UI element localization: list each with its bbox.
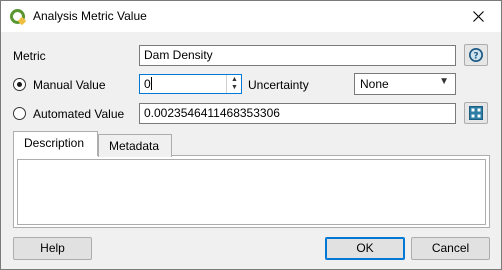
tab-metadata[interactable]: Metadata <box>98 134 172 157</box>
automated-calc-button[interactable] <box>464 102 488 124</box>
window-title: Analysis Metric Value <box>33 9 147 23</box>
automated-value-field[interactable]: 0.0023546411468353306 <box>139 103 456 124</box>
help-button[interactable]: Help <box>13 237 92 260</box>
automated-value-label: Automated Value <box>33 107 125 121</box>
manual-value-label: Manual Value <box>33 78 106 92</box>
tab-description-label: Description <box>24 136 85 150</box>
uncertainty-value: None <box>360 77 389 91</box>
uncertainty-combo[interactable]: None ▼ <box>354 73 456 95</box>
description-textarea[interactable] <box>17 159 486 225</box>
close-icon <box>473 11 484 22</box>
automated-value-radio[interactable] <box>13 107 26 120</box>
uncertainty-label: Uncertainty <box>248 78 309 92</box>
calculator-icon <box>469 106 483 120</box>
metric-help-button[interactable]: ? <box>464 44 488 66</box>
title-bar: Analysis Metric Value <box>1 1 501 32</box>
text-cursor <box>150 77 152 90</box>
spin-down-icon[interactable]: ▼ <box>231 84 238 92</box>
manual-value-spinner[interactable]: ▲ ▼ <box>226 75 242 93</box>
spin-up-icon[interactable]: ▲ <box>231 76 238 84</box>
manual-value-text: 0 <box>144 77 151 91</box>
chevron-down-icon: ▼ <box>439 76 449 87</box>
manual-value-radio[interactable] <box>13 78 26 91</box>
qgis-icon <box>10 9 26 25</box>
tab-metadata-label: Metadata <box>109 139 160 153</box>
ok-button[interactable]: OK <box>325 237 405 260</box>
close-button[interactable] <box>457 1 501 32</box>
tab-description[interactable]: Description <box>13 131 98 156</box>
metric-label: Metric <box>13 49 46 63</box>
cancel-button[interactable]: Cancel <box>411 237 490 260</box>
metric-field[interactable]: Dam Density <box>139 45 456 66</box>
analysis-metric-dialog: Analysis Metric Value Metric Dam Density… <box>0 0 502 270</box>
help-icon: ? <box>469 48 483 62</box>
svg-text:?: ? <box>473 52 478 62</box>
